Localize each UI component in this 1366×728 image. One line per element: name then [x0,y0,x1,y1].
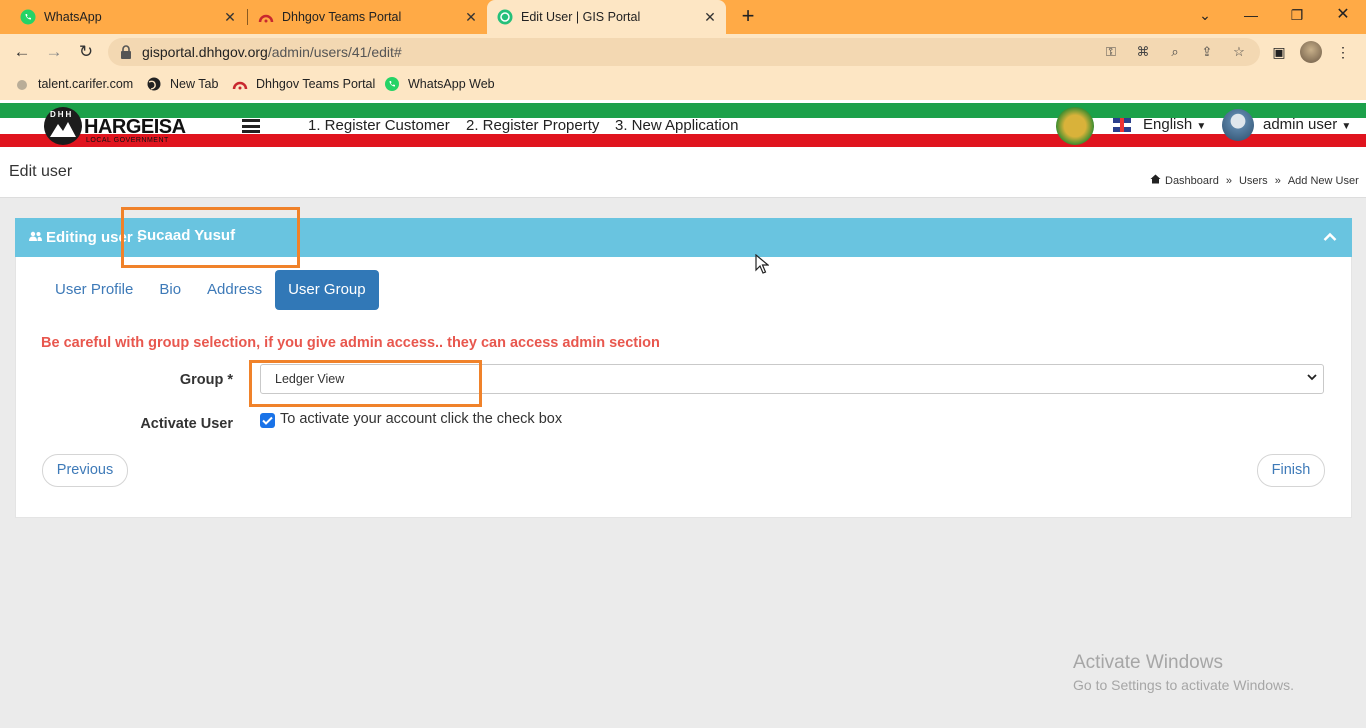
uk-flag-icon [1113,118,1131,132]
tab-address[interactable]: Address [194,270,275,310]
forward-arrow-icon[interactable]: → [43,41,65,63]
user-avatar[interactable] [1222,109,1254,141]
tab-user-profile[interactable]: User Profile [42,270,146,310]
logo-emblem: DHH [44,107,82,145]
flag-stripe-red [0,134,1366,147]
finish-button[interactable]: Finish [1257,454,1325,487]
bookmark-label: WhatsApp Web [408,77,495,91]
group-label: Group * [179,372,233,388]
breadcrumb: Dashboard » Users » Add New User [1150,174,1359,187]
bookmark-whatsapp-web[interactable]: WhatsApp Web [384,76,495,92]
tab-user-group[interactable]: User Group [275,270,379,310]
highlight-box-username [121,207,300,268]
chevron-down-icon [1307,372,1317,384]
bookmark-label: Dhhgov Teams Portal [256,77,376,91]
logo-subtitle: LOCAL GOVERNMENT [86,137,169,144]
government-emblem-icon [1056,107,1094,145]
tab-whatsapp[interactable]: WhatsApp ✕ [0,0,246,34]
users-icon [29,231,42,241]
caret-down-icon: ▼ [1341,121,1352,132]
browser-toolbar: ← → ↻ gisportal.dhhgov.org/admin/users/4… [0,34,1366,70]
globe-icon [146,76,162,92]
user-menu-dropdown[interactable]: admin user ▼ [1263,116,1351,133]
back-arrow-icon[interactable]: ← [11,41,33,63]
tab-bio[interactable]: Bio [146,270,194,310]
address-bar[interactable]: gisportal.dhhgov.org/admin/users/41/edit… [108,38,1260,66]
restore-icon[interactable]: ❐ [1285,4,1309,26]
tab-title: WhatsApp [44,10,102,24]
home-icon [1150,174,1161,187]
logo-text: HARGEISA [84,116,186,138]
zoom-icon[interactable]: ⌕ [1167,44,1183,60]
menu-kebab-icon[interactable]: ⋮ [1333,42,1353,62]
bookmark-new-tab[interactable]: New Tab [146,76,218,92]
bookmarks-bar: talent.carifer.com New Tab Dhhgov Teams … [0,70,1366,100]
url-text: gisportal.dhhgov.org/admin/users/41/edit… [142,44,402,60]
breadcrumb-users[interactable]: Users [1239,175,1268,187]
bookmark-star-icon[interactable]: ☆ [1231,44,1247,60]
activate-windows-title: Activate Windows [1073,652,1223,673]
activate-windows-subtitle: Go to Settings to activate Windows. [1073,677,1294,693]
nav-register-property[interactable]: 2. Register Property [466,117,599,134]
whatsapp-icon [384,76,400,92]
user-form-tabs: User Profile Bio Address User Group [42,270,379,310]
dhhgov-icon [232,76,248,92]
user-name: admin user [1263,116,1338,133]
language-dropdown[interactable]: English ▼ [1143,116,1206,133]
side-panel-icon[interactable]: ▣ [1269,42,1289,62]
translate-icon[interactable]: ⌘ [1135,44,1151,60]
talent-favicon-icon [14,76,30,92]
breadcrumb-dashboard[interactable]: Dashboard [1165,175,1219,187]
dhhgov-icon [258,9,274,25]
mouse-pointer-icon [755,254,769,274]
nav-new-application[interactable]: 3. New Application [615,117,738,134]
minimize-icon[interactable]: — [1239,4,1263,26]
reload-icon[interactable]: ↻ [75,41,97,63]
nav-register-customer[interactable]: 1. Register Customer [308,117,450,134]
gis-portal-icon [497,9,513,25]
page-header [0,148,1366,198]
window-close-icon[interactable]: ✕ [1331,4,1355,26]
tab-title: Dhhgov Teams Portal [282,10,402,24]
breadcrumb-add-new-user: Add New User [1287,174,1359,187]
url-host: gisportal.dhhgov.org [142,44,268,60]
close-tab-icon[interactable]: ✕ [222,9,238,25]
breadcrumb-separator: » [1274,174,1281,187]
close-tab-icon[interactable]: ✕ [463,9,479,25]
whatsapp-icon [20,9,36,25]
bookmark-label: New Tab [170,77,219,91]
url-path: /admin/users/41/edit# [267,44,402,60]
admin-warning-text: Be careful with group selection, if you … [41,335,660,351]
site-logo[interactable]: DHH HARGEISA LOCAL GOVERNMENT [44,106,186,145]
activate-user-help-text: To activate your account click the check… [280,411,563,427]
collapse-chevron-up-icon[interactable] [1322,229,1338,245]
activate-user-checkbox[interactable] [260,413,275,428]
bookmark-label: talent.carifer.com [38,77,134,91]
tab-dhhgov-teams[interactable]: Dhhgov Teams Portal ✕ [248,0,487,34]
previous-button[interactable]: Previous [42,454,128,487]
language-label: English [1143,116,1193,133]
breadcrumb-separator: » [1225,174,1232,187]
browser-tab-strip: WhatsApp ✕ Dhhgov Teams Portal ✕ Edit Us… [0,0,1366,34]
caret-down-icon: ▼ [1196,121,1207,132]
bookmark-dhhgov-teams[interactable]: Dhhgov Teams Portal [232,76,375,92]
lock-icon [121,45,131,59]
page-title: Edit user [9,163,73,180]
hamburger-menu-icon[interactable] [242,119,260,133]
new-tab-plus-icon[interactable]: + [738,5,758,27]
tab-title: Edit User | GIS Portal [521,10,641,24]
highlight-box-group [249,360,482,407]
close-tab-icon[interactable]: ✕ [702,9,718,25]
tab-edit-user[interactable]: Edit User | GIS Portal ✕ [487,0,726,34]
profile-avatar-icon[interactable] [1300,41,1322,63]
key-icon[interactable]: ⚿ [1103,44,1119,60]
share-icon[interactable]: ⇪ [1199,44,1215,60]
bookmark-talent[interactable]: talent.carifer.com [14,76,133,92]
activate-user-label: Activate User [140,416,233,432]
tab-search-chevron-icon[interactable]: ⌄ [1193,4,1217,26]
